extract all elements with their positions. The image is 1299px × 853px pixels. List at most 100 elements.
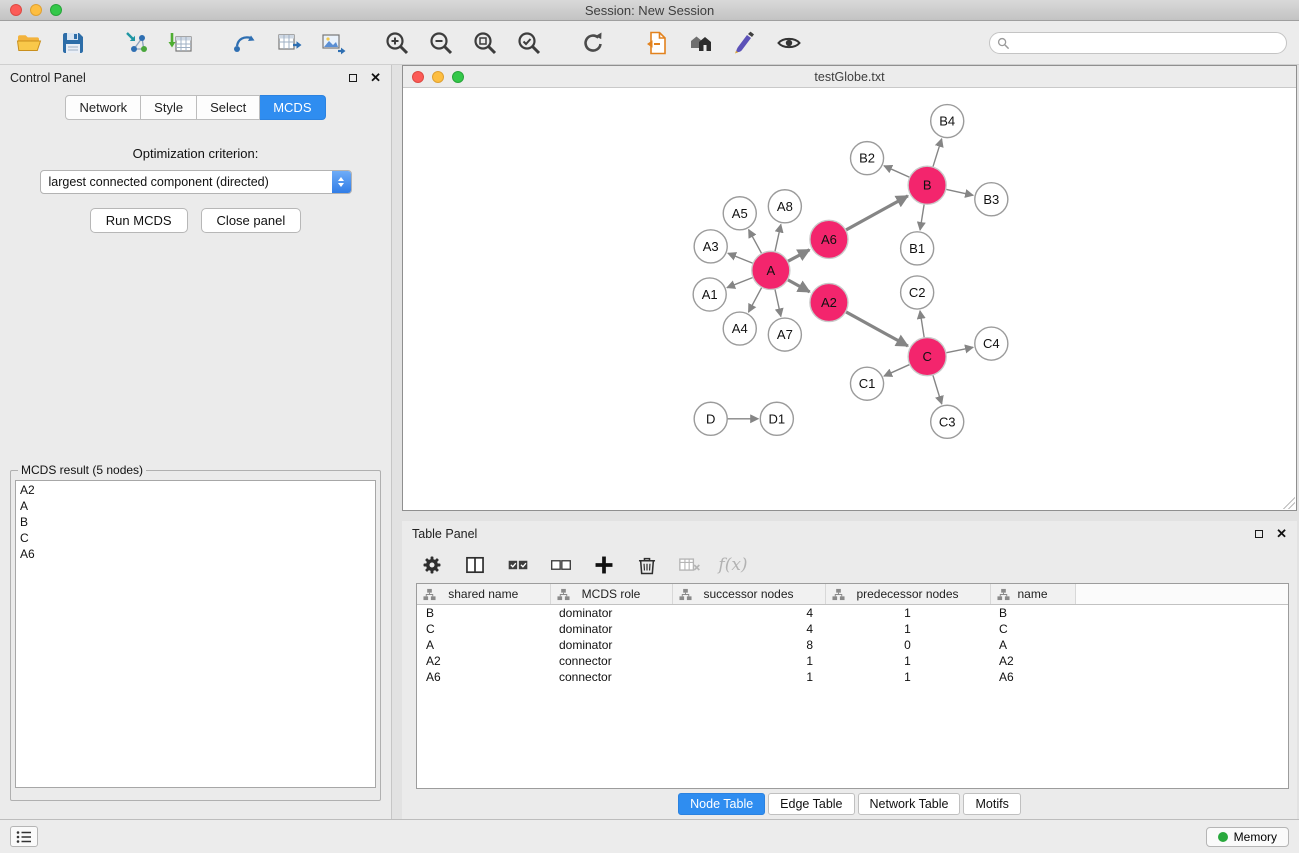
node-C2[interactable]: C2 <box>901 276 934 309</box>
refresh-view-button[interactable] <box>572 26 614 60</box>
minimize-window-button[interactable] <box>30 4 42 16</box>
open-session-button[interactable] <box>8 26 50 60</box>
memory-button[interactable]: Memory <box>1206 827 1289 847</box>
column-header-shared-name[interactable]: shared name <box>417 584 550 604</box>
tab-select[interactable]: Select <box>197 95 260 120</box>
node-A8[interactable]: A8 <box>768 190 801 223</box>
node-A1[interactable]: A1 <box>693 278 726 311</box>
import-table-file-button[interactable] <box>160 26 202 60</box>
edge-A-A3[interactable] <box>728 253 753 263</box>
edge-A2-C[interactable] <box>846 312 908 346</box>
column-header-mcds-role[interactable]: MCDS role <box>550 584 672 604</box>
select-all-button[interactable] <box>505 552 531 578</box>
result-item[interactable]: A <box>20 498 371 514</box>
edge-C-C2[interactable] <box>920 311 924 338</box>
edge-B-B3[interactable] <box>946 189 973 195</box>
table-settings-button[interactable] <box>419 552 445 578</box>
edge-B-B2[interactable] <box>884 166 910 178</box>
node-A6[interactable]: A6 <box>810 220 848 258</box>
node-C4[interactable]: C4 <box>975 327 1008 360</box>
node-B4[interactable]: B4 <box>931 105 964 138</box>
edge-A6-B[interactable] <box>846 196 908 230</box>
result-item[interactable]: A2 <box>20 482 371 498</box>
close-window-button[interactable] <box>10 4 22 16</box>
edge-B-B4[interactable] <box>933 139 942 167</box>
edge-A-A1[interactable] <box>727 277 753 287</box>
add-column-button[interactable] <box>591 552 617 578</box>
zoom-out-button[interactable] <box>420 26 462 60</box>
edge-C-C4[interactable] <box>946 347 973 353</box>
tab-network[interactable]: Network <box>65 95 141 120</box>
save-session-button[interactable] <box>52 26 94 60</box>
edge-A-A5[interactable] <box>749 230 762 254</box>
node-C[interactable]: C <box>908 338 946 376</box>
zoom-in-button[interactable] <box>376 26 418 60</box>
network-graph[interactable]: B4B2BB3A5A8A6B1A3AC2A1A2A4A7C4CC1C3DD1 <box>403 88 1296 510</box>
column-header-successor-nodes[interactable]: successor nodes <box>672 584 825 604</box>
tab-edge-table[interactable]: Edge Table <box>768 793 854 815</box>
node-C1[interactable]: C1 <box>851 367 884 400</box>
tab-mcds[interactable]: MCDS <box>260 95 325 120</box>
delete-table-button[interactable] <box>677 552 703 578</box>
resize-grip[interactable] <box>1283 497 1295 509</box>
tab-node-table[interactable]: Node Table <box>678 793 765 815</box>
edge-C-C1[interactable] <box>884 364 910 376</box>
task-history-button[interactable] <box>10 826 38 847</box>
node-C3[interactable]: C3 <box>931 405 964 438</box>
close-panel-icon[interactable]: ✕ <box>370 73 381 83</box>
tab-network-table[interactable]: Network Table <box>858 793 961 815</box>
zoom-window-button[interactable] <box>50 4 62 16</box>
zoom-fit-button[interactable] <box>464 26 506 60</box>
node-A4[interactable]: A4 <box>723 312 756 345</box>
network-close-button[interactable] <box>412 71 424 83</box>
close-panel-button[interactable]: Close panel <box>201 208 302 233</box>
network-zoom-button[interactable] <box>452 71 464 83</box>
node-B1[interactable]: B1 <box>901 232 934 265</box>
table-row[interactable]: A6connector11A6 <box>417 669 1288 685</box>
node-B2[interactable]: B2 <box>851 142 884 175</box>
export-table-button[interactable] <box>268 26 310 60</box>
deselect-all-button[interactable] <box>548 552 574 578</box>
table-row[interactable]: Adominator80A <box>417 637 1288 653</box>
column-header-name[interactable]: name <box>990 584 1075 604</box>
edge-B-B1[interactable] <box>920 204 924 230</box>
edge-A-A6[interactable] <box>788 250 810 262</box>
table-close-panel-icon[interactable]: ✕ <box>1276 529 1287 539</box>
node-B3[interactable]: B3 <box>975 183 1008 216</box>
tab-motifs[interactable]: Motifs <box>963 793 1020 815</box>
optimization-criterion-dropdown[interactable]: largest connected component (directed) <box>40 170 352 194</box>
zoom-selected-button[interactable] <box>508 26 550 60</box>
first-neighbors-button[interactable] <box>636 26 678 60</box>
node-A7[interactable]: A7 <box>768 318 801 351</box>
node-A[interactable]: A <box>752 251 790 289</box>
tab-style[interactable]: Style <box>141 95 197 120</box>
apply-style-button[interactable] <box>724 26 766 60</box>
network-minimize-button[interactable] <box>432 71 444 83</box>
edge-A-A4[interactable] <box>748 287 761 312</box>
edge-A-A8[interactable] <box>775 224 781 251</box>
search-input[interactable] <box>989 32 1287 54</box>
show-columns-button[interactable] <box>462 552 488 578</box>
home-button[interactable] <box>680 26 722 60</box>
float-panel-icon[interactable] <box>349 74 357 82</box>
result-item[interactable]: A6 <box>20 546 371 562</box>
export-image-button[interactable] <box>312 26 354 60</box>
node-D[interactable]: D <box>694 402 727 435</box>
column-header-predecessor-nodes[interactable]: predecessor nodes <box>825 584 990 604</box>
table-row[interactable]: Cdominator41C <box>417 621 1288 637</box>
edge-C-C3[interactable] <box>933 375 942 404</box>
delete-column-button[interactable] <box>634 552 660 578</box>
node-A5[interactable]: A5 <box>723 197 756 230</box>
table-row[interactable]: A2connector11A2 <box>417 653 1288 669</box>
run-mcds-button[interactable]: Run MCDS <box>90 208 188 233</box>
node-A3[interactable]: A3 <box>694 230 727 263</box>
import-network-button[interactable] <box>224 26 266 60</box>
node-A2[interactable]: A2 <box>810 283 848 321</box>
show-hide-button[interactable] <box>768 26 810 60</box>
node-B[interactable]: B <box>908 166 946 204</box>
result-item[interactable]: C <box>20 530 371 546</box>
import-network-file-button[interactable] <box>116 26 158 60</box>
table-row[interactable]: Bdominator41B <box>417 604 1288 621</box>
edge-A-A7[interactable] <box>775 289 781 316</box>
network-canvas[interactable]: B4B2BB3A5A8A6B1A3AC2A1A2A4A7C4CC1C3DD1 <box>403 88 1296 510</box>
